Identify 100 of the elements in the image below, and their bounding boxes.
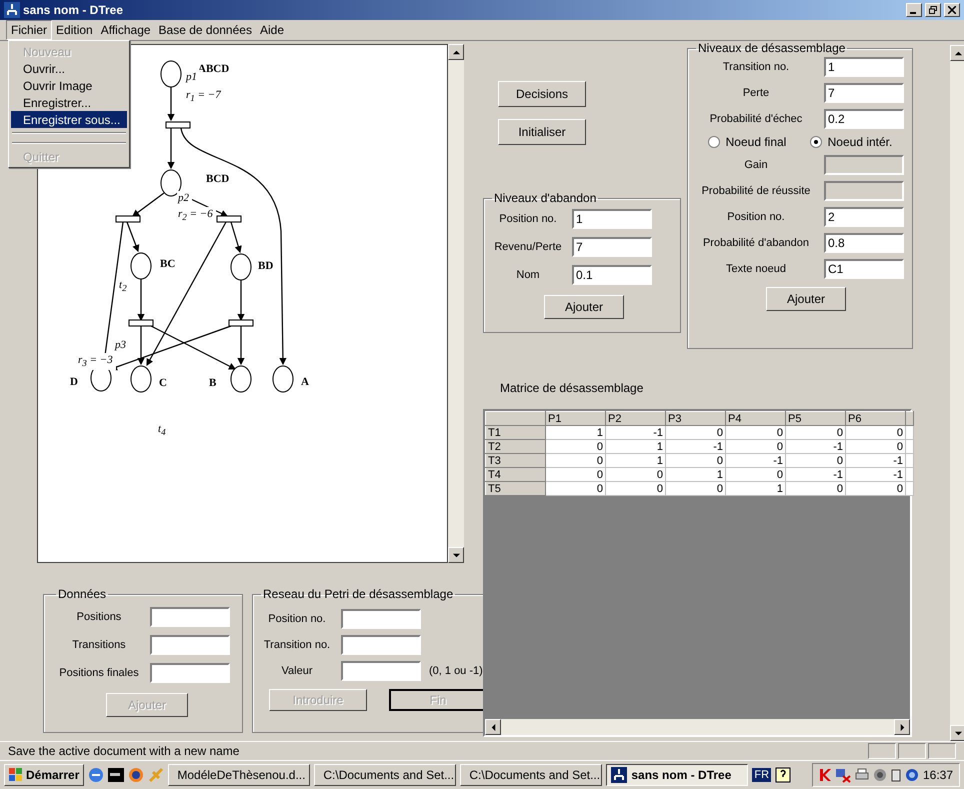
- radio-option[interactable]: Noeud intér.: [810, 135, 892, 149]
- input-field[interactable]: [341, 635, 421, 655]
- place-node: [272, 366, 294, 392]
- input-field[interactable]: 0.1: [572, 265, 652, 285]
- input-field[interactable]: [341, 609, 421, 629]
- column-header: P6: [846, 412, 906, 426]
- table-cell: 0: [546, 482, 606, 496]
- app-icon: [4, 2, 20, 18]
- taskbar-button[interactable]: ModéleDeThèsenou.d...: [168, 764, 310, 786]
- field-label: Revenu/Perte: [493, 241, 563, 253]
- radio-button[interactable]: [810, 136, 822, 148]
- action-button[interactable]: Initialiser: [498, 119, 586, 145]
- speaker-icon[interactable]: [872, 768, 887, 782]
- vertical-scrollbar[interactable]: [448, 44, 464, 563]
- network-error-icon[interactable]: [834, 767, 851, 783]
- table-cell: 0: [726, 440, 786, 454]
- field-hint: (0, 1 ou -1): [429, 665, 484, 677]
- menu-item[interactable]: Aide: [256, 21, 288, 39]
- media-player-icon[interactable]: [128, 767, 144, 783]
- add-button[interactable]: Ajouter: [544, 295, 624, 319]
- add-button[interactable]: Ajouter: [766, 287, 846, 311]
- diagram-label: p3: [114, 338, 129, 352]
- antivirus-icon[interactable]: [818, 768, 831, 782]
- arc-arrow: [167, 87, 175, 122]
- input-field[interactable]: [150, 635, 230, 655]
- radio-label: Noeud final: [726, 135, 786, 149]
- input-field[interactable]: 1: [824, 57, 904, 77]
- left-arrow-icon: [490, 724, 496, 730]
- input-field[interactable]: [341, 661, 421, 681]
- input-field[interactable]: [150, 663, 230, 683]
- scroll-up-button[interactable]: [448, 44, 464, 60]
- field-label: Perte: [742, 87, 770, 99]
- input-field[interactable]: 1: [572, 209, 652, 229]
- scroll-down-button[interactable]: [950, 725, 964, 741]
- transition-bar: [116, 216, 140, 222]
- table-cell: 0: [546, 454, 606, 468]
- field-label: Probabilité d'échec: [708, 113, 804, 125]
- language-indicator[interactable]: FR: [752, 768, 772, 782]
- start-button[interactable]: Démarrer: [4, 764, 84, 786]
- place-node: [160, 60, 182, 88]
- input-field[interactable]: 0.8: [824, 233, 904, 253]
- taskbar-button[interactable]: sans nom - DTree: [606, 764, 748, 786]
- menu-entry[interactable]: Ouvrir Image: [11, 77, 127, 94]
- menu-item[interactable]: Fichier: [6, 20, 52, 40]
- menu-entry[interactable]: Ouvrir...: [11, 60, 127, 77]
- input-field[interactable]: [150, 607, 230, 627]
- arc-arrow: [167, 128, 175, 170]
- table-cell: 0: [846, 482, 906, 496]
- table-cell: 0: [666, 426, 726, 440]
- table-cell: 0: [666, 482, 726, 496]
- radio-option[interactable]: Noeud final: [708, 135, 786, 149]
- browser-icon[interactable]: [88, 767, 104, 783]
- radio-button[interactable]: [708, 136, 720, 148]
- corner-cell: [486, 412, 546, 426]
- input-field[interactable]: C1: [824, 259, 904, 279]
- row-header: T4: [486, 468, 546, 482]
- arc-arrow: [132, 192, 164, 217]
- field-label: Transition no.: [722, 61, 790, 73]
- help-icon[interactable]: [775, 767, 792, 783]
- minimize-button[interactable]: [906, 3, 922, 17]
- scroll-up-button[interactable]: [950, 45, 964, 61]
- close-button[interactable]: [944, 3, 960, 17]
- table-cell: -1: [786, 468, 846, 482]
- scroll-down-button[interactable]: [448, 547, 464, 563]
- taskbar-button[interactable]: C:\Documents and Set...: [314, 764, 456, 786]
- place-node: [130, 366, 152, 392]
- action-button[interactable]: Decisions: [498, 81, 586, 107]
- down-arrow-icon: [452, 552, 460, 558]
- field-label: Position no.: [726, 211, 786, 223]
- restore-button[interactable]: [925, 3, 941, 17]
- down-arrow-icon: [954, 730, 962, 736]
- table-cell: 0: [786, 482, 846, 496]
- menu-entry[interactable]: Enregistrer...: [11, 94, 127, 111]
- group-title: Niveaux d'abandon: [493, 191, 598, 205]
- scroll-right-button[interactable]: [894, 719, 910, 735]
- input-field[interactable]: 0.2: [824, 109, 904, 129]
- menu-entry[interactable]: Enregistrer sous...: [11, 111, 127, 128]
- window-title: sans nom - DTree: [23, 3, 124, 17]
- table-cell: 1: [726, 482, 786, 496]
- input-field[interactable]: 2: [824, 207, 904, 227]
- scroll-left-button[interactable]: [485, 719, 501, 735]
- input-field[interactable]: 7: [572, 237, 652, 257]
- battery-icon[interactable]: [890, 768, 901, 782]
- horizontal-scrollbar[interactable]: [485, 719, 910, 735]
- menu-item[interactable]: Edition: [52, 21, 97, 39]
- menu-item[interactable]: Affichage: [96, 21, 155, 39]
- globe-icon[interactable]: [904, 768, 919, 782]
- console-icon[interactable]: [108, 768, 124, 782]
- restore-icon: [929, 6, 937, 14]
- vertical-scrollbar[interactable]: [950, 45, 964, 741]
- place-node: [130, 252, 152, 280]
- taskbar-button[interactable]: C:\Documents and Set...: [460, 764, 602, 786]
- group-title: Reseau du Petri de désassemblage: [262, 587, 454, 601]
- field-label: Nom: [515, 269, 541, 281]
- status-text: Save the active document with a new name: [8, 744, 240, 758]
- column-header: P5: [786, 412, 846, 426]
- menu-item[interactable]: Base de données: [154, 21, 256, 39]
- printer-icon[interactable]: [854, 768, 869, 782]
- input-field[interactable]: 7: [824, 83, 904, 103]
- diagram-label: p2: [177, 191, 192, 205]
